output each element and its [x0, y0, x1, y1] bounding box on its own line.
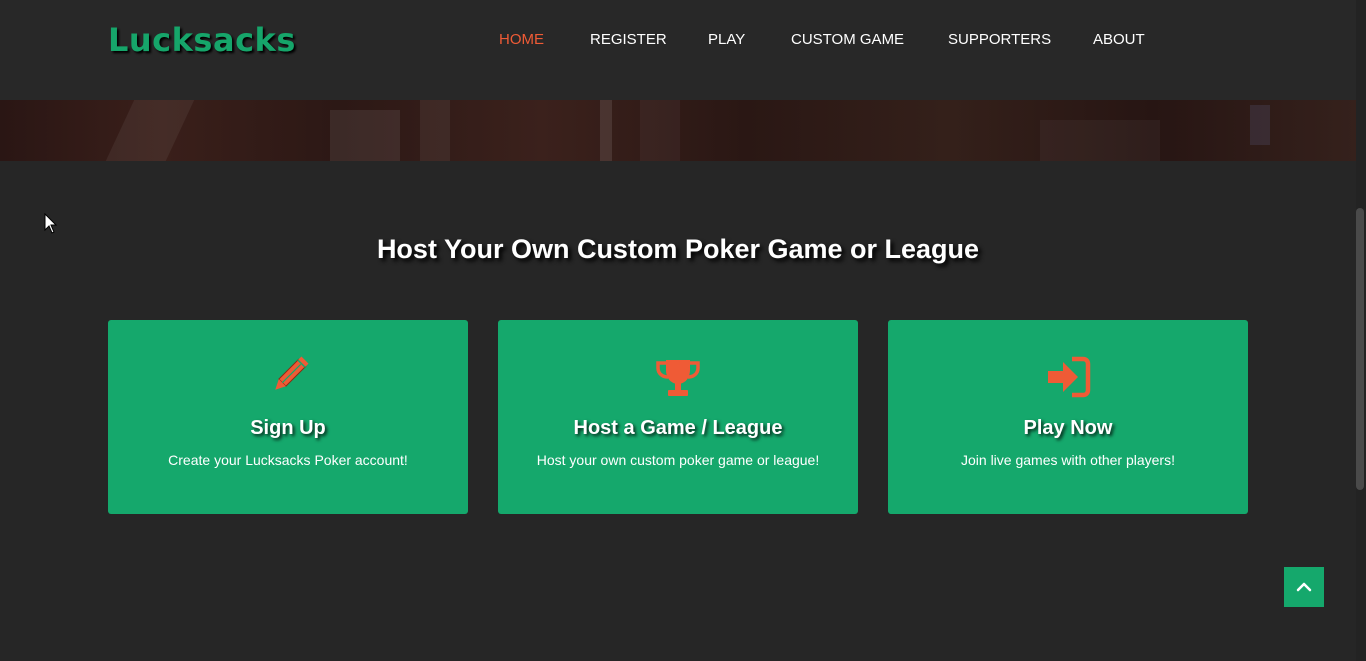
card-title: Play Now	[1023, 417, 1113, 439]
chevron-up-icon	[1296, 582, 1312, 592]
section-heading: Host Your Own Custom Poker Game or Leagu…	[376, 234, 980, 264]
nav-play[interactable]: PLAY	[708, 30, 745, 50]
page: Lucksacks HOME REGISTER PLAY CUSTOM GAME…	[0, 0, 1366, 661]
card-description: Join live games with other players!	[961, 452, 1175, 468]
site-logo[interactable]: Lucksacks	[108, 20, 296, 60]
sign-in-icon	[1048, 356, 1091, 398]
mouse-cursor-icon	[44, 213, 58, 234]
nav-register[interactable]: REGISTER	[590, 30, 667, 50]
card-host-game[interactable]: Host a Game / League Host your own custo…	[498, 320, 858, 514]
nav-supporters[interactable]: SUPPORTERS	[948, 30, 1051, 50]
nav-about[interactable]: ABOUT	[1093, 30, 1145, 50]
nav-home[interactable]: HOME	[499, 30, 544, 50]
pencil-icon	[275, 356, 309, 390]
card-title: Host a Game / League	[573, 417, 783, 439]
hero-banner-image	[0, 100, 1356, 161]
trophy-icon	[656, 360, 700, 396]
scrollbar-thumb[interactable]	[1356, 208, 1364, 490]
site-header: Lucksacks HOME REGISTER PLAY CUSTOM GAME…	[0, 0, 1356, 100]
card-sign-up[interactable]: Sign Up Create your Lucksacks Poker acco…	[108, 320, 468, 514]
nav-custom-game[interactable]: CUSTOM GAME	[791, 30, 904, 50]
card-play-now[interactable]: Play Now Join live games with other play…	[888, 320, 1248, 514]
card-description: Create your Lucksacks Poker account!	[168, 452, 408, 468]
back-to-top-button[interactable]	[1284, 567, 1324, 607]
card-title: Sign Up	[250, 417, 326, 439]
card-description: Host your own custom poker game or leagu…	[536, 452, 820, 468]
